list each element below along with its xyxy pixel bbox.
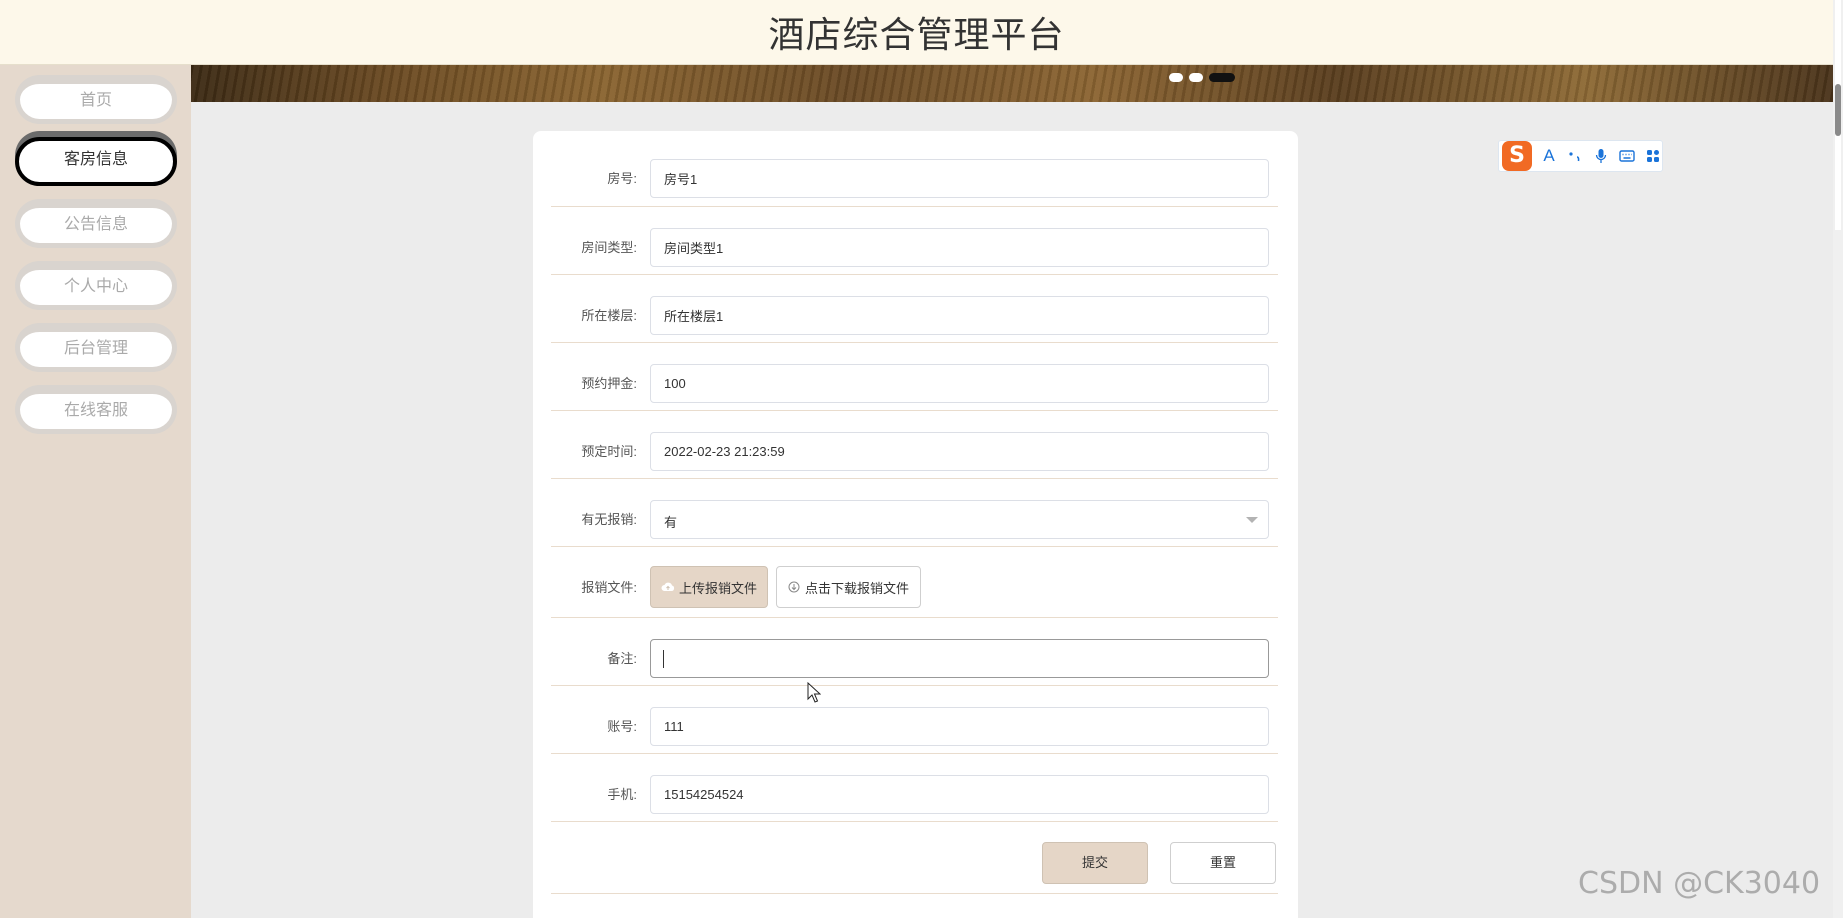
punctuation-icon[interactable] (1566, 147, 1584, 165)
keyboard-icon[interactable] (1618, 147, 1636, 165)
page-scrollbar[interactable] (1833, 0, 1843, 918)
download-file-button[interactable]: 点击下载报销文件 (776, 566, 921, 608)
room-no-label: 房号: (607, 171, 637, 186)
page-header: 酒店综合管理平台 (0, 0, 1833, 65)
account-label: 账号: (607, 719, 637, 734)
reimbursement-label: 有无报销: (581, 512, 637, 527)
form-row-phone: 手机: (551, 754, 1278, 822)
reset-button[interactable]: 重置 (1170, 842, 1276, 884)
booking-form: 房号: 房间类型: 所在楼层: 预约押金: 预定时间: 有无报销: 有 报销文件… (533, 131, 1298, 918)
carousel-dot-2[interactable] (1189, 73, 1203, 82)
booking-time-label: 预定时间: (581, 444, 637, 459)
form-row-account: 账号: (551, 686, 1278, 754)
sidebar-item-admin[interactable]: 后台管理 (15, 323, 177, 372)
form-row-deposit: 预约押金: (551, 343, 1278, 411)
page-title: 酒店综合管理平台 (768, 15, 1065, 56)
floor-label: 所在楼层: (581, 308, 637, 323)
carousel-dot-1[interactable] (1169, 73, 1183, 82)
form-row-remark: 备注: (551, 618, 1278, 686)
sogou-logo-icon[interactable]: S (1502, 141, 1532, 171)
download-file-label: 点击下载报销文件 (804, 580, 909, 596)
carousel-indicators (1169, 73, 1235, 82)
sidebar-item-profile[interactable]: 个人中心 (15, 261, 177, 310)
carousel-dot-3[interactable] (1209, 73, 1235, 82)
room-type-label: 房间类型: (581, 240, 637, 255)
deposit-input[interactable] (650, 364, 1269, 403)
reimburse-file-label: 报销文件: (581, 580, 637, 595)
form-row-room-type: 房间类型: (551, 207, 1278, 275)
form-row-room-no: 房号: (551, 131, 1278, 207)
upload-file-label: 上传报销文件 (678, 580, 757, 596)
deposit-label: 预约押金: (581, 376, 637, 391)
sidebar-item-room-info[interactable]: 客房信息 (15, 137, 177, 186)
form-row-reimbursement: 有无报销: 有 (551, 479, 1278, 547)
submit-button[interactable]: 提交 (1042, 842, 1148, 884)
booking-time-input[interactable] (650, 432, 1269, 471)
font-icon[interactable]: A (1540, 146, 1558, 165)
chevron-down-icon (1246, 517, 1258, 523)
sidebar-item-online-service[interactable]: 在线客服 (15, 385, 177, 434)
download-icon (788, 581, 800, 593)
room-type-input[interactable] (650, 228, 1269, 267)
watermark: CSDN @CK3040 (1578, 866, 1821, 901)
form-row-booking-time: 预定时间: (551, 411, 1278, 479)
mouse-cursor-icon (807, 682, 821, 703)
cloud-upload-icon (661, 582, 675, 591)
microphone-icon[interactable] (1592, 147, 1610, 165)
sidebar-item-announcements[interactable]: 公告信息 (15, 199, 177, 248)
banner-carousel (191, 65, 1833, 102)
phone-label: 手机: (607, 787, 637, 802)
account-input[interactable] (650, 707, 1269, 746)
form-row-reimburse-file: 报销文件: 上传报销文件 点击下载报销文件 (551, 547, 1278, 618)
phone-input[interactable] (650, 775, 1269, 814)
remark-input[interactable] (650, 639, 1269, 678)
reimbursement-select[interactable]: 有 (650, 500, 1269, 539)
remark-label: 备注: (607, 651, 637, 666)
upload-file-button[interactable]: 上传报销文件 (650, 566, 768, 608)
sidebar-item-home[interactable]: 首页 (15, 75, 177, 124)
room-no-input[interactable] (650, 159, 1269, 198)
reimbursement-selected-value: 有 (664, 515, 678, 530)
sidebar: 首页 客房信息 公告信息 个人中心 后台管理 在线客服 (0, 65, 191, 918)
scrollbar-thumb[interactable] (1835, 84, 1841, 136)
apps-icon[interactable] (1644, 147, 1662, 165)
form-row-floor: 所在楼层: (551, 275, 1278, 343)
text-caret (663, 650, 664, 668)
form-row-actions: 提交 重置 (551, 822, 1278, 894)
floor-input[interactable] (650, 296, 1269, 335)
ime-toolbar: S A (1498, 140, 1663, 172)
